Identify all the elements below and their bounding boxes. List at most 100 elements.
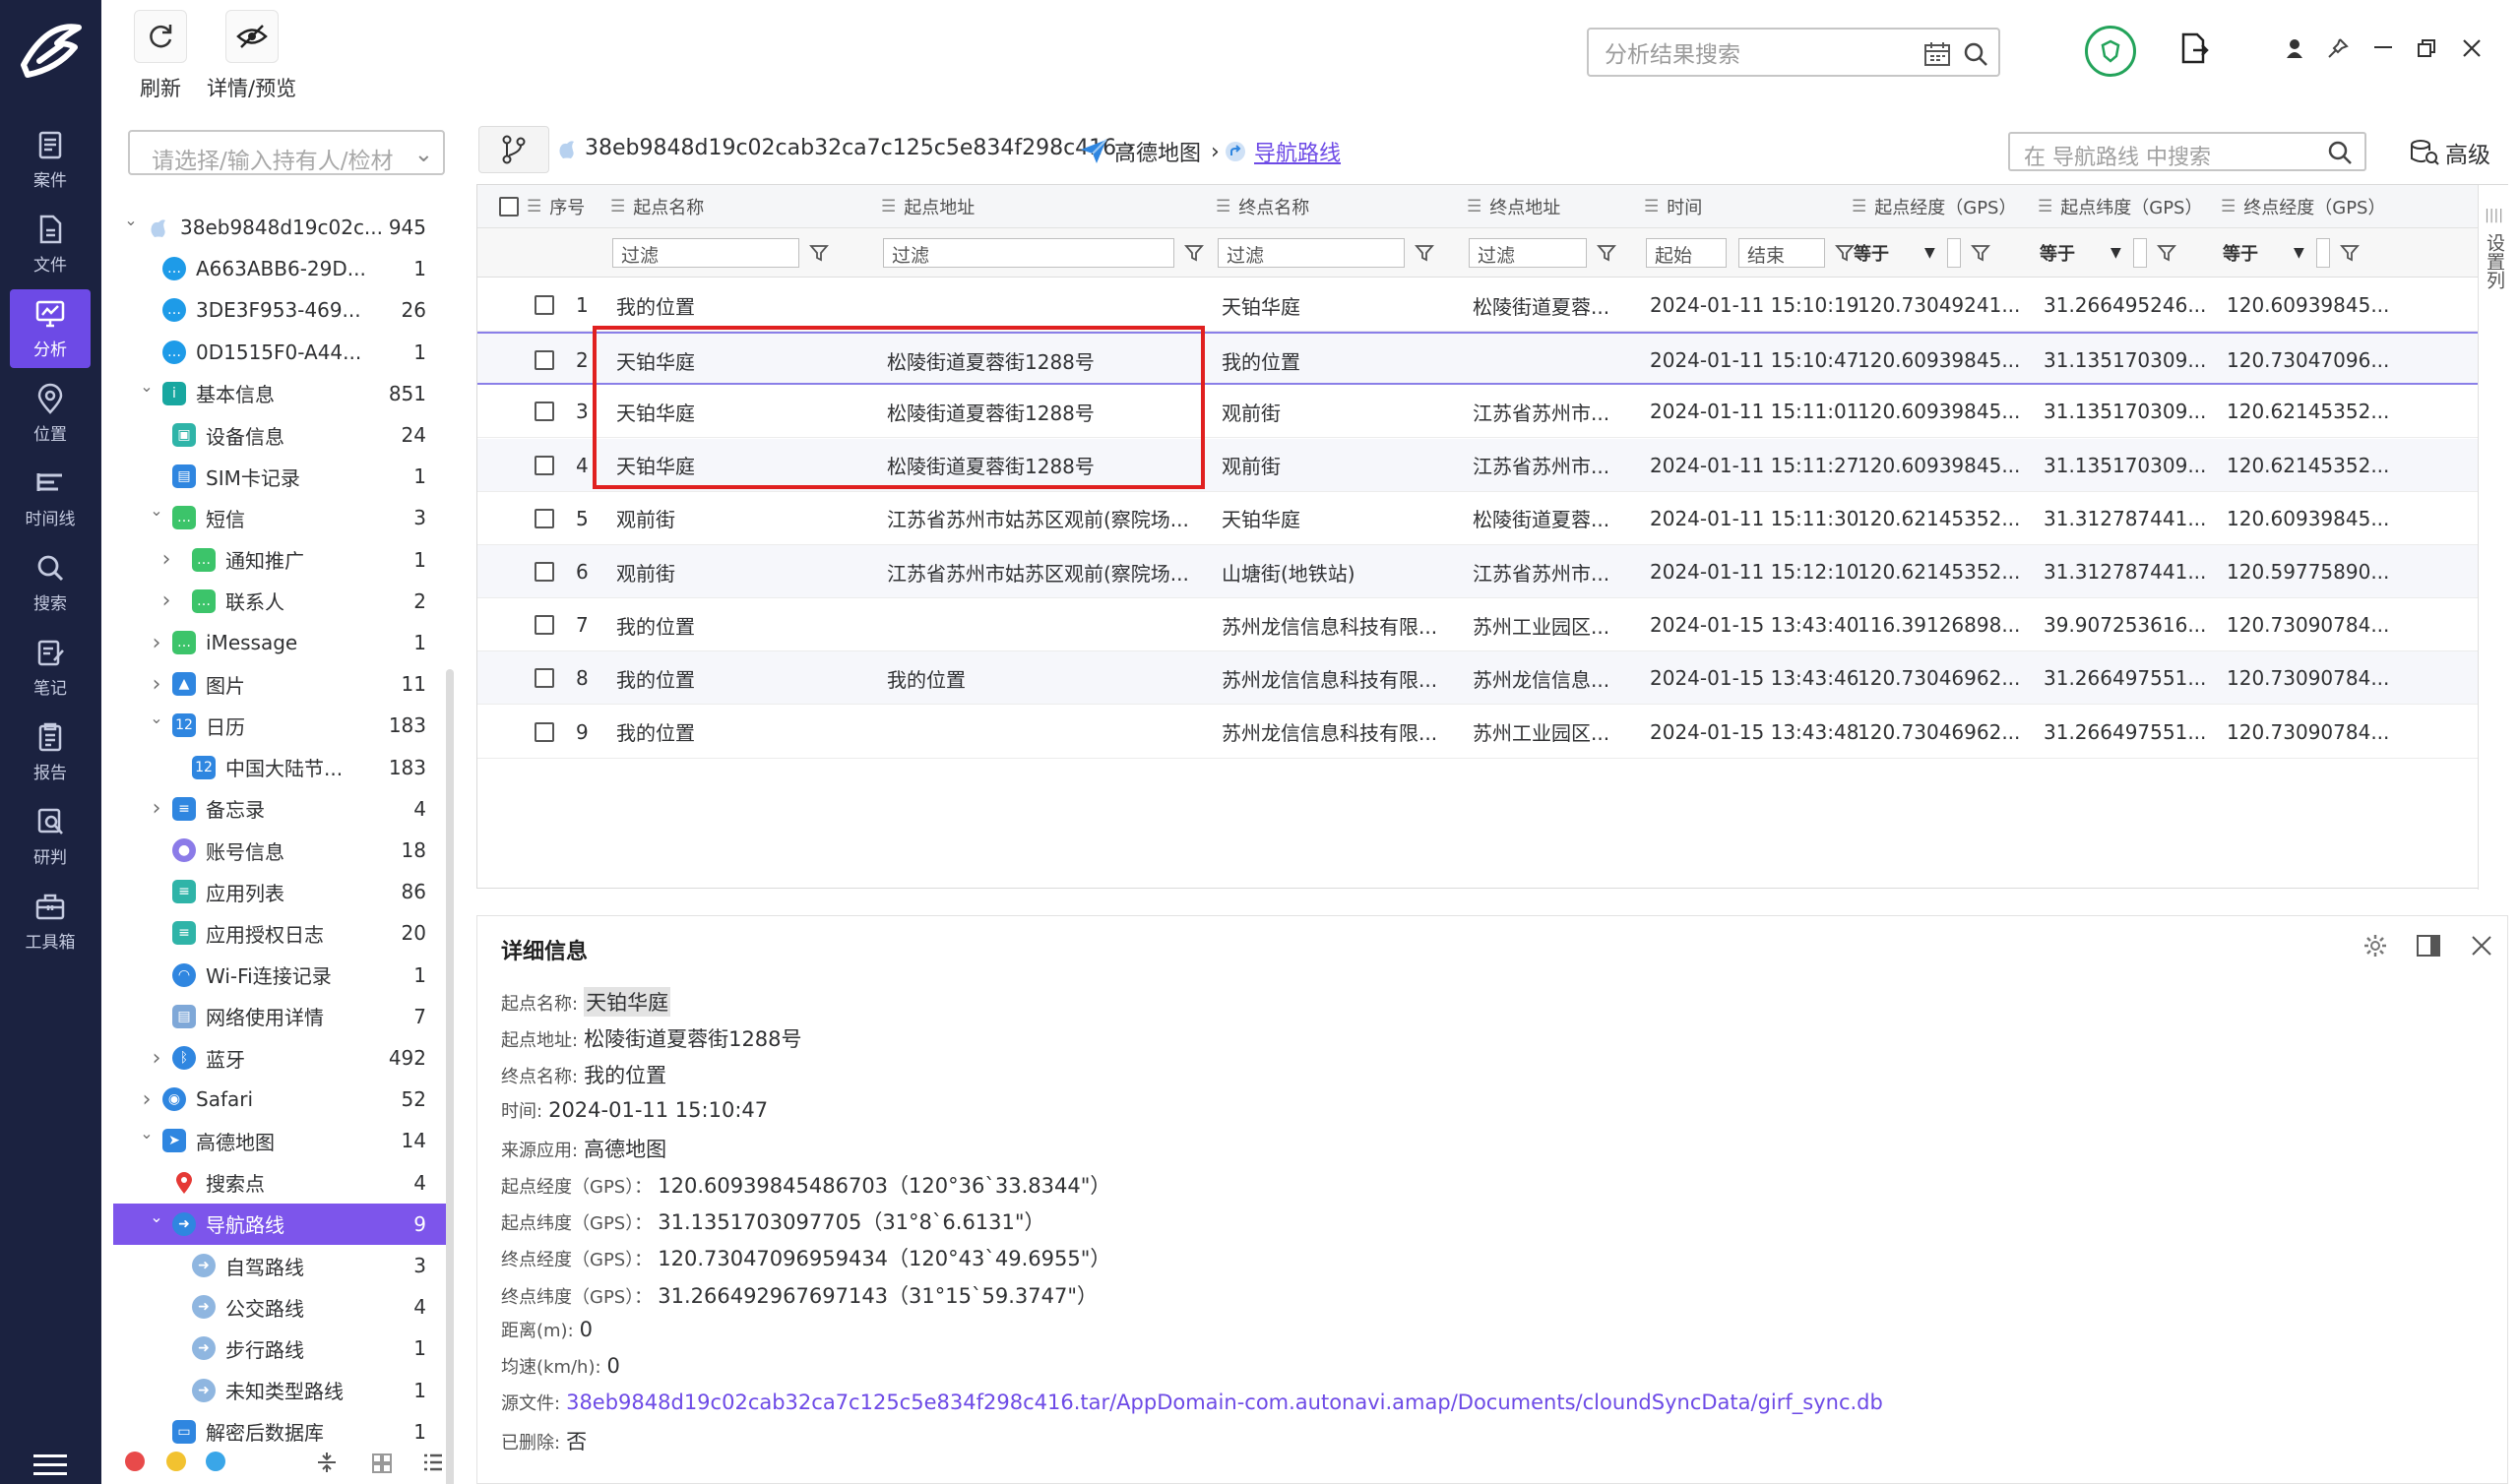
filter-funnel-icon[interactable] <box>1415 243 1434 263</box>
column-menu-icon[interactable]: ☰ <box>1644 197 1659 216</box>
calendar-icon[interactable] <box>1923 41 1951 67</box>
breadcrumb-current[interactable]: 导航路线 <box>1225 136 1341 167</box>
tree-item[interactable]: ● 账号信息 18 <box>113 830 448 871</box>
filter-funnel-icon[interactable] <box>809 243 829 263</box>
tree-item[interactable]: ⌄ ➜ 导航路线 9 <box>113 1203 448 1245</box>
tree-item[interactable]: ▤ 网络使用详情 7 <box>113 996 448 1037</box>
user-icon[interactable] <box>2280 33 2309 63</box>
tree-item[interactable]: ➜ 公交路线 4 <box>113 1286 448 1328</box>
tree-item[interactable]: ➜ 步行路线 1 <box>113 1328 448 1369</box>
filter-value-input[interactable] <box>2132 238 2147 268</box>
yellow-status-dot[interactable] <box>166 1452 186 1471</box>
row-checkbox[interactable] <box>535 295 554 315</box>
table-row[interactable]: 1 我的位置 天铂华庭 松陵街道夏蓉... 2024-01-11 15:10:19 120… <box>477 278 2509 332</box>
filter-funnel-icon[interactable] <box>1184 243 1204 263</box>
nav-item-file[interactable]: 文件 <box>10 205 91 283</box>
table-row[interactable]: 4 天铂华庭 松陵街道夏蓉街1288号 观前街 江苏省苏州市... 2024-01-11 … <box>477 438 2509 492</box>
filter-operator-select[interactable]: 等于 <box>2040 240 2110 266</box>
nav-item-analysis[interactable]: 分析 <box>10 289 91 368</box>
row-checkbox[interactable] <box>535 615 554 636</box>
tree-scrollbar[interactable] <box>446 669 454 1484</box>
tree-item[interactable]: … 3DE3F953-469... 26 <box>113 289 448 331</box>
pin-icon[interactable] <box>2323 33 2353 63</box>
table-row[interactable]: 8 我的位置 我的位置 苏州龙信信息科技有限... 苏州龙信信息... 2024-01-1… <box>477 651 2509 706</box>
chevron-down-icon[interactable]: ⌄ <box>149 1207 164 1226</box>
tree-item[interactable]: ▣ 设备信息 24 <box>113 414 448 456</box>
chevron-right-icon[interactable]: › <box>149 1046 164 1071</box>
chevron-right-icon[interactable]: › <box>158 588 174 613</box>
column-settings-button[interactable]: |||| 设置列 <box>2478 185 2509 890</box>
column-header[interactable]: ☰ 起点经度（GPS） <box>1852 185 2016 228</box>
filter-start-input[interactable]: 起始 <box>1646 238 1727 268</box>
caret-down-icon[interactable]: ▼ <box>2110 245 2121 261</box>
chevron-right-icon[interactable]: › <box>149 631 164 655</box>
row-checkbox[interactable] <box>535 402 554 422</box>
table-row[interactable]: 9 我的位置 苏州龙信信息科技有限... 苏州工业园区... 2024-01-15 13… <box>477 706 2509 759</box>
filter-input[interactable]: 过滤 <box>1469 238 1587 268</box>
result-search-input[interactable]: 分析结果搜索 <box>1587 28 2000 77</box>
tree-item[interactable]: › ≡ 备忘录 4 <box>113 788 448 830</box>
column-menu-icon[interactable]: ☰ <box>610 197 625 216</box>
tree-item[interactable]: … 0D1515F0-A44... 1 <box>113 332 448 373</box>
chevron-right-icon[interactable]: › <box>149 796 164 821</box>
tree-item[interactable]: › ◉ Safari 52 <box>113 1079 448 1120</box>
nav-item-note[interactable]: 笔记 <box>10 628 91 707</box>
chevron-down-icon[interactable]: ⌄ <box>123 211 139 229</box>
filter-operator-select[interactable]: 等于 <box>1854 240 1924 266</box>
nav-item-report[interactable]: 报告 <box>10 712 91 791</box>
table-row[interactable]: 6 观前街 江苏省苏州市姑苏区观前(察院场... 山塘街(地铁站) 江苏省苏州市... 2… <box>477 545 2509 598</box>
column-header[interactable]: ☰ 终点名称 <box>1216 185 1309 228</box>
row-checkbox[interactable] <box>535 455 554 475</box>
row-checkbox[interactable] <box>535 562 554 582</box>
chevron-down-icon[interactable]: ⌄ <box>139 1124 155 1143</box>
tree-item[interactable]: ≡ 应用列表 86 <box>113 871 448 912</box>
advanced-search-button[interactable]: 高级 <box>2410 136 2490 169</box>
chevron-down-icon[interactable]: ⌄ <box>149 709 164 727</box>
column-header[interactable]: ☰ 起点名称 <box>610 185 704 228</box>
filter-value-input[interactable] <box>1946 238 1961 268</box>
branch-toggle-button[interactable] <box>478 126 549 173</box>
nav-item-case[interactable]: 案件 <box>10 120 91 199</box>
breadcrumb-device[interactable]: 38eb9848d19c02cab32ca7c125c5e834f298c416… <box>557 136 1135 160</box>
tree-item[interactable]: 12 中国大陆节... 183 <box>113 747 448 788</box>
tree-item[interactable]: ⌄ ➤ 高德地图 14 <box>113 1120 448 1161</box>
table-row[interactable]: 5 观前街 江苏省苏州市姑苏区观前(察院场... 天铂华庭 松陵街道夏蓉... 2024-… <box>477 492 2509 545</box>
breadcrumb-app[interactable]: 高德地图 › <box>1079 136 1220 167</box>
table-row[interactable]: 3 天铂华庭 松陵街道夏蓉街1288号 观前街 江苏省苏州市... 2024-01-11 … <box>477 385 2509 439</box>
tree-item[interactable]: ⌄ 12 日历 183 <box>113 705 448 746</box>
row-checkbox[interactable] <box>535 350 554 371</box>
list-view-icon[interactable] <box>422 1453 444 1472</box>
tree-item[interactable]: › … 联系人 2 <box>113 581 448 622</box>
blue-status-dot[interactable] <box>206 1452 225 1471</box>
column-header[interactable]: ☰ 终点经度（GPS） <box>2221 185 2385 228</box>
tree-item[interactable]: … A663ABB6-29D... 1 <box>113 248 448 289</box>
close-icon[interactable] <box>2457 33 2487 63</box>
split-panel-icon[interactable] <box>2415 932 2442 959</box>
filter-funnel-icon[interactable] <box>1597 243 1616 263</box>
nav-item-timeline[interactable]: 时间线 <box>10 459 91 537</box>
tree-item[interactable]: ➜ 未知类型路线 1 <box>113 1370 448 1411</box>
chevron-down-icon[interactable]: ⌄ <box>149 501 164 520</box>
caret-down-icon[interactable]: ▼ <box>2294 245 2304 261</box>
tree-item[interactable]: ⌄ 38eb9848d19c02c... 945 <box>113 207 448 248</box>
filter-funnel-icon[interactable] <box>1835 243 1855 263</box>
column-menu-icon[interactable]: ☰ <box>1216 197 1230 216</box>
settings-gear-icon[interactable] <box>2362 932 2389 959</box>
nav-item-location[interactable]: 位置 <box>10 374 91 453</box>
restore-icon[interactable] <box>2412 33 2441 63</box>
column-menu-icon[interactable]: ☰ <box>881 197 896 216</box>
grid-search-input[interactable]: 在 导航路线 中搜索 <box>2008 132 2366 171</box>
row-checkbox[interactable] <box>535 668 554 689</box>
tree-item[interactable]: › … iMessage 1 <box>113 622 448 663</box>
chevron-right-icon[interactable]: › <box>158 547 174 572</box>
column-header[interactable]: ☰ 终点地址 <box>1467 185 1560 228</box>
filter-input[interactable]: 过滤 <box>612 238 799 268</box>
close-panel-icon[interactable] <box>2468 932 2495 959</box>
search-icon[interactable] <box>1963 41 1988 67</box>
column-menu-icon[interactable]: ☰ <box>2038 197 2052 216</box>
tree-item[interactable]: ⌄ i 基本信息 851 <box>113 373 448 414</box>
select-all-checkbox[interactable] <box>499 197 519 216</box>
tree-item[interactable]: › … 通知推广 1 <box>113 539 448 581</box>
chevron-down-icon[interactable]: ⌄ <box>139 377 155 396</box>
nav-item-search[interactable]: 搜索 <box>10 543 91 622</box>
